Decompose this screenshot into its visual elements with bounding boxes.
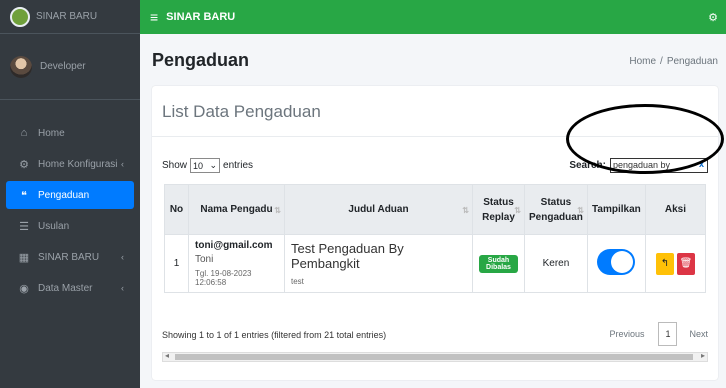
cell-pengadu: toni@gmail.com Toni Tgl. 19-08-2023 12:0…: [188, 234, 285, 293]
show-entries: Show 10 ⌄ entries: [162, 158, 253, 173]
column-header[interactable]: Nama Pengadu ⇅: [188, 184, 285, 235]
cell-status-pengaduan: Keren: [524, 234, 588, 293]
card-title: List Data Pengaduan: [162, 102, 321, 121]
delete-button[interactable]: 🗑: [676, 252, 695, 275]
pagination: Previous 1 Next: [601, 322, 708, 346]
list-icon: ☰: [19, 220, 29, 233]
sidebar-item-label: Home: [38, 127, 65, 139]
sidebar: SINAR BARU Developer ⌂ Home ⚙ Home Konfi…: [0, 0, 140, 388]
building-icon: ▦: [18, 251, 30, 264]
column-header-label: Tampilkan: [592, 204, 641, 215]
home-icon: ⌂: [20, 127, 28, 139]
quote-icon: ❝: [21, 189, 27, 202]
sidebar-item-label: Home Konfigurasi: [38, 158, 118, 170]
brand-text: SINAR BARU: [36, 11, 98, 22]
scrollbar-thumb[interactable]: [175, 354, 693, 360]
sidebar-item-data-master[interactable]: ◉ Data Master ‹: [6, 274, 134, 302]
column-header[interactable]: Judul Aduan ⇅: [284, 184, 473, 235]
tampilkan-toggle[interactable]: [597, 249, 636, 275]
column-header-label: Judul Aduan: [348, 204, 409, 215]
previous-button[interactable]: Previous: [601, 323, 652, 345]
sidebar-item-home-konfigurasi[interactable]: ⚙ Home Konfigurasi ‹: [6, 150, 134, 178]
aduan-detail: test: [291, 277, 304, 286]
reply-button[interactable]: ↰: [655, 252, 674, 275]
judul-aduan: Test Pengaduan By Pembangkit: [291, 241, 404, 271]
scroll-right-icon[interactable]: ▸: [701, 351, 705, 360]
sidebar-item-label: Data Master: [38, 282, 93, 294]
avatar: [10, 55, 32, 78]
trash-icon: 🗑: [679, 257, 693, 269]
pengaduan-table: No Nama Pengadu ⇅ Judul Aduan ⇅ Status Rep…: [164, 184, 707, 293]
cell-judul: Test Pengaduan By Pembangkit test: [284, 234, 473, 293]
scroll-left-icon[interactable]: ◂: [165, 351, 169, 360]
horizontal-scrollbar[interactable]: ◂ ▸: [162, 351, 708, 362]
column-header[interactable]: Tampilkan: [586, 184, 646, 235]
user-name: Developer: [40, 61, 86, 72]
sort-icon: ⇅: [577, 206, 584, 215]
chevron-left-icon: ‹: [121, 159, 124, 169]
app-title: SINAR BARU: [166, 11, 236, 23]
table-info: Showing 1 to 1 of 1 entries (filtered fr…: [162, 330, 387, 340]
chevron-left-icon: ‹: [121, 283, 124, 293]
page-title: Pengaduan: [152, 50, 250, 70]
sidebar-item-home[interactable]: ⌂ Home: [6, 119, 134, 147]
table-header-row: No Nama Pengadu ⇅ Judul Aduan ⇅ Status Rep…: [164, 184, 707, 235]
sort-icon: ⇅: [462, 206, 469, 215]
column-header[interactable]: Status Replay ⇅: [472, 184, 525, 235]
table-row: 1 toni@gmail.com Toni Tgl. 19-08-2023 12…: [164, 234, 707, 293]
page-button[interactable]: 1: [658, 322, 678, 346]
list-card: List Data Pengaduan Show 10 ⌄ entries Se…: [152, 86, 724, 380]
column-header[interactable]: Aksi: [644, 184, 707, 235]
hamburger-menu-icon[interactable]: ≡: [150, 9, 158, 25]
gear-icon[interactable]: ⚙: [708, 11, 718, 24]
toggle-knob: [611, 251, 634, 273]
show-label: Show: [162, 160, 188, 171]
breadcrumb: Home / Pengaduan: [629, 56, 718, 67]
chevron-down-icon: ⌄: [209, 160, 218, 170]
cell-tampilkan: [586, 234, 646, 293]
cell-aksi: ↰ 🗑: [644, 234, 707, 293]
chevron-left-icon: ‹: [121, 252, 124, 262]
sidebar-item-sinar-baru[interactable]: ▦ SINAR BARU ‹: [6, 243, 134, 271]
reply-icon: ↰: [660, 257, 670, 269]
annotation-ellipse: [566, 104, 724, 174]
column-header-label: Status Replay: [482, 196, 515, 223]
entries-label: entries: [223, 160, 254, 171]
topbar: ≡ SINAR BARU ⚙: [140, 0, 726, 34]
sidebar-nav: ⌂ Home ⚙ Home Konfigurasi ‹ ❝ Pengaduan …: [0, 100, 140, 302]
cell-status-replay: Sudah Dibalas: [472, 234, 525, 293]
breadcrumb-home-link[interactable]: Home: [629, 56, 656, 67]
breadcrumb-separator: /: [660, 56, 663, 67]
database-icon: ◉: [19, 282, 29, 295]
sidebar-item-usulan[interactable]: ☰ Usulan: [6, 212, 134, 240]
sidebar-item-label: Pengaduan: [38, 189, 90, 201]
sort-icon: ⇅: [274, 206, 281, 215]
pengadu-date: Tgl. 19-08-2023 12:06:58: [195, 269, 252, 287]
sidebar-item-label: SINAR BARU: [38, 251, 100, 263]
brand-logo: [10, 6, 30, 27]
column-header-label: Status Pengaduan: [529, 196, 583, 223]
entries-select[interactable]: 10 ⌄: [190, 158, 221, 173]
sort-icon: ⇅: [514, 206, 521, 215]
column-header[interactable]: Status Pengaduan ⇅: [524, 184, 588, 235]
column-header-label: Nama Pengadu: [200, 204, 273, 215]
pengadu-email: toni@gmail.com: [195, 240, 273, 251]
breadcrumb-current: Pengaduan: [666, 56, 718, 67]
pengadu-name: Toni: [195, 254, 214, 265]
next-button[interactable]: Next: [683, 323, 708, 345]
entries-value: 10: [193, 160, 204, 171]
column-header[interactable]: No: [164, 184, 189, 235]
cogs-icon: ⚙: [19, 158, 29, 171]
brand-link[interactable]: SINAR BARU: [0, 0, 140, 34]
user-panel[interactable]: Developer: [0, 34, 140, 100]
status-badge: Sudah Dibalas: [479, 254, 518, 273]
cell-no: 1: [164, 234, 189, 293]
sidebar-item-label: Usulan: [38, 220, 70, 232]
sidebar-item-pengaduan[interactable]: ❝ Pengaduan: [6, 181, 134, 209]
